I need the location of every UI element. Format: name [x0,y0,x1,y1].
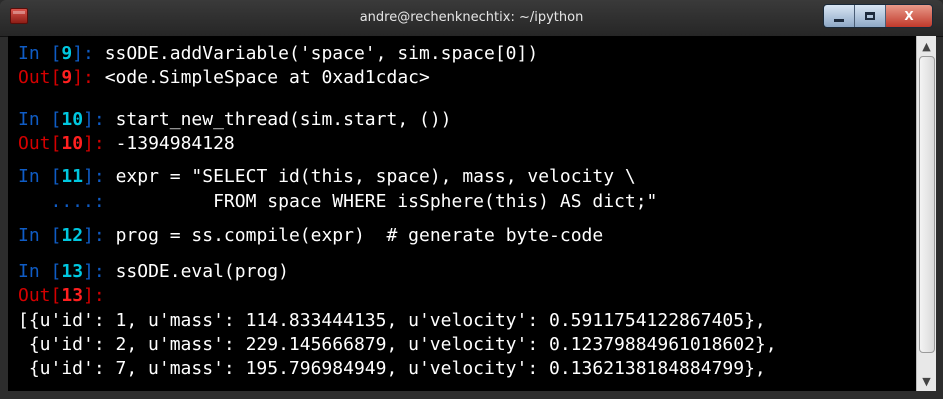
window-title: andre@rechenknechtix: ~/ipython [359,10,584,25]
terminal-output-row: {u'id': 2, u'mass': 229.145666879, u'vel… [18,334,777,355]
window-controls: X [823,4,933,28]
scroll-up-button[interactable]: ▲ [917,36,936,56]
terminal-line-out-13: Out[13]: [18,285,105,306]
terminal-line-in-13: In [13]: ssODE.eval(prog) [18,261,289,282]
title-bar[interactable]: andre@rechenknechtix: ~/ipython X [0,0,943,37]
vertical-scrollbar[interactable]: ▲ ▼ [916,36,936,391]
terminal-output-row: [{u'id': 1, u'mass': 114.833444135, u've… [18,310,766,331]
terminal-line-in-9: In [9]: ssODE.addVariable('space', sim.s… [18,43,539,64]
maximize-button[interactable] [855,5,886,27]
scroll-down-button[interactable]: ▼ [917,371,936,391]
chevron-down-icon: ▼ [922,374,931,388]
terminal-line-out-9: Out[9]: <ode.SimpleSpace at 0xad1cdac> [18,67,430,88]
terminal-line-in-11: In [11]: expr = "SELECT id(this, space),… [18,166,636,187]
terminal-line-in-12: In [12]: prog = ss.compile(expr) # gener… [18,225,604,246]
maximize-icon [865,12,875,20]
close-icon: X [904,9,914,23]
terminal-line-in-10: In [10]: start_new_thread(sim.start, ()) [18,109,452,130]
scrollbar-thumb[interactable] [919,56,935,353]
close-button[interactable]: X [886,5,932,27]
window-frame-bottom [0,391,943,399]
chevron-up-icon: ▲ [922,39,931,53]
minimize-icon [834,18,844,22]
terminal-output[interactable]: In [9]: ssODE.addVariable('space', sim.s… [8,36,916,391]
terminal-line-continuation: ....: FROM space WHERE isSphere(this) AS… [18,191,658,212]
terminal-window: andre@rechenknechtix: ~/ipython X In [9]… [0,0,943,399]
minimize-button[interactable] [824,5,855,27]
terminal-output-row: {u'id': 7, u'mass': 195.796984949, u'vel… [18,358,766,379]
terminal-line-out-10: Out[10]: -1394984128 [18,133,235,154]
